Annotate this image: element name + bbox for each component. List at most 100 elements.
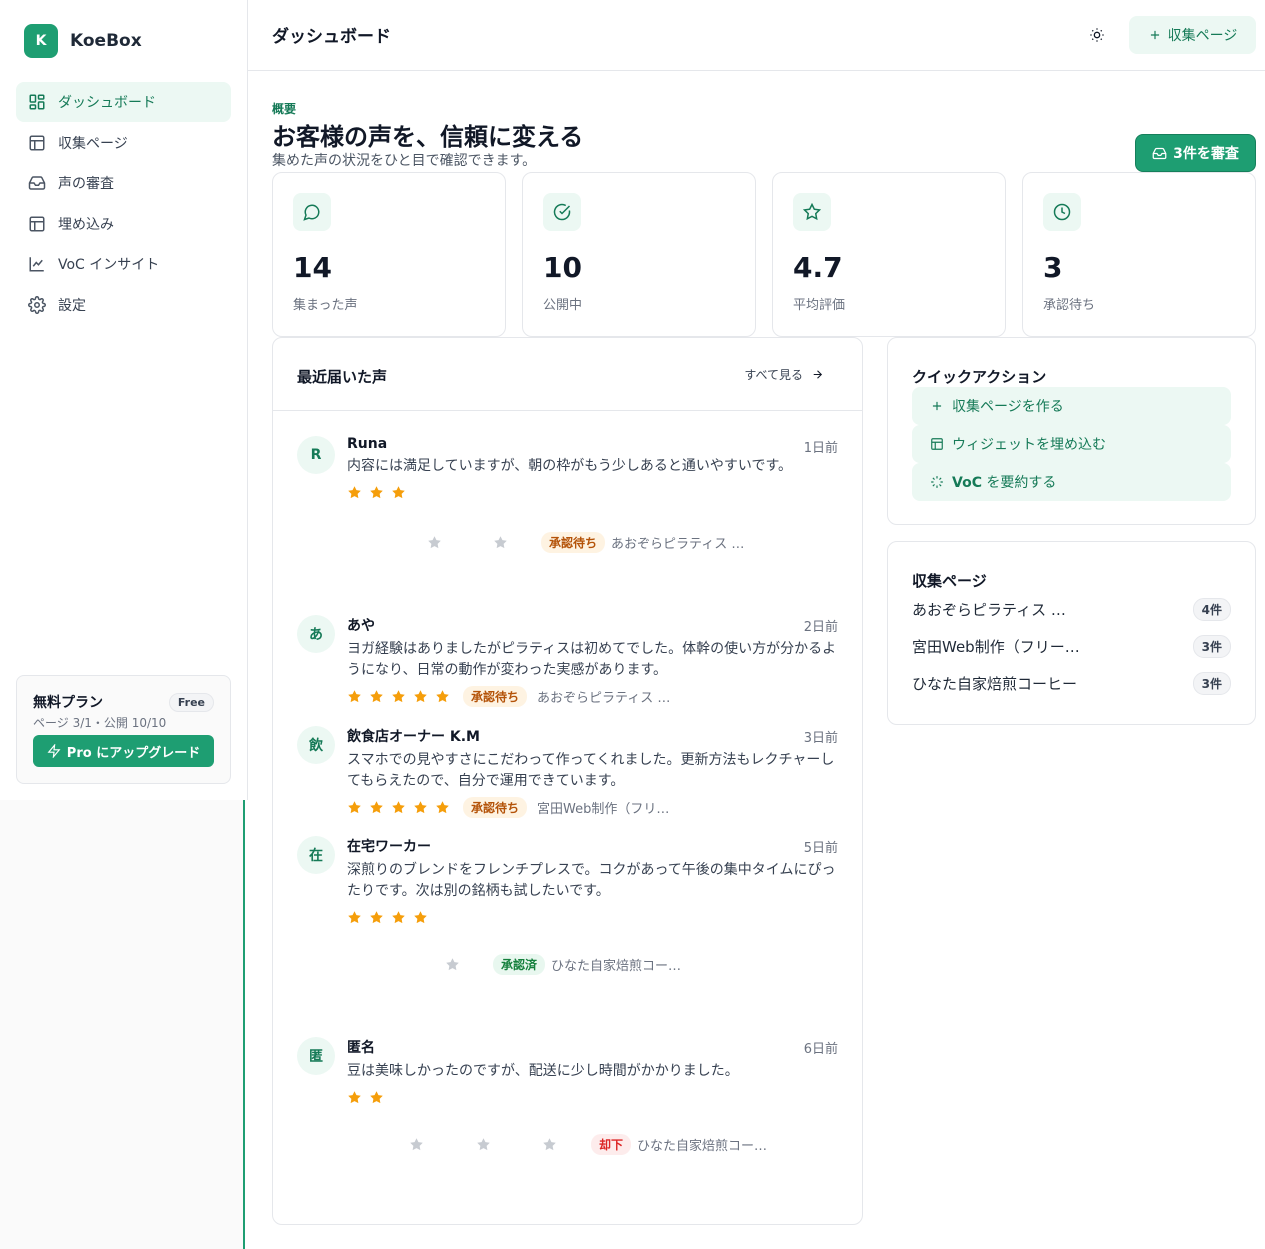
layout-icon bbox=[931, 438, 943, 450]
stat-label: 公開中 bbox=[543, 298, 583, 313]
brand-logo: K bbox=[24, 24, 58, 58]
stat-label: 平均評価 bbox=[793, 298, 846, 313]
star-empty-icon bbox=[477, 1138, 490, 1151]
review-rating bbox=[347, 482, 838, 502]
sidebar-item-collection-pages[interactable]: 収集ページ bbox=[16, 123, 231, 163]
theme-toggle-button[interactable] bbox=[1086, 24, 1108, 46]
sidebar-item-settings[interactable]: 設定 bbox=[16, 285, 231, 325]
star-filled-icon bbox=[348, 485, 361, 498]
reviewer-name: 匿名 bbox=[347, 1040, 375, 1056]
status-badge: 承認済 bbox=[493, 954, 546, 975]
status-badge: 承認待ち bbox=[463, 685, 528, 707]
stat-value: 3 bbox=[1043, 251, 1063, 284]
topbar: ダッシュボード 収集ページ bbox=[248, 0, 1265, 71]
review-text: 深煎りのブレンドをフレンチプレスで。コクがあって午後の集中タイムにぴったりです。… bbox=[347, 862, 836, 899]
collection-page-row[interactable]: 宮田Web制作（フリー… 3件 bbox=[912, 634, 1231, 658]
lightning-icon bbox=[47, 744, 61, 758]
review-rating bbox=[347, 1087, 838, 1107]
sidebar-item-dashboard[interactable]: ダッシュボード bbox=[16, 82, 231, 122]
sidebar-item-label: 設定 bbox=[58, 297, 86, 314]
inbox-icon bbox=[1152, 147, 1167, 159]
see-all-label: すべて見る bbox=[744, 368, 803, 382]
upgrade-button[interactable]: Pro にアップグレード bbox=[33, 735, 214, 767]
review-date: 1日前 bbox=[803, 441, 838, 456]
layout-icon bbox=[29, 135, 45, 151]
review-text: ヨガ経験はありましたがピラティスは初めてでした。体幹の使い方が分かるようになり、… bbox=[347, 641, 837, 678]
stat-label: 承認待ち bbox=[1043, 298, 1096, 313]
stat-icon-wrap bbox=[793, 193, 831, 231]
star-filled-icon bbox=[392, 485, 405, 498]
star-filled-icon bbox=[392, 800, 405, 813]
gear-icon bbox=[28, 296, 46, 314]
plan-badge: Free bbox=[168, 693, 214, 712]
upgrade-label: Pro にアップグレード bbox=[66, 745, 201, 761]
avatar: 飲 bbox=[297, 726, 335, 764]
avatar: 匿 bbox=[297, 1037, 335, 1075]
star-empty-icon bbox=[446, 958, 459, 971]
collection-pages-title: 収集ページ bbox=[912, 572, 987, 590]
star-filled-icon bbox=[414, 800, 427, 813]
review-page-name: あおぞらピラティス … bbox=[537, 690, 671, 706]
review-pending-button[interactable]: 3件を審査 bbox=[1135, 134, 1256, 172]
sidebar-item-embed[interactable]: 埋め込み bbox=[16, 204, 231, 244]
star-empty-icon bbox=[543, 1138, 556, 1151]
avatar: あ bbox=[297, 615, 335, 653]
stat-icon-wrap bbox=[543, 193, 581, 231]
plan-usage: ページ 3/1・公開 10/10 bbox=[33, 716, 167, 730]
sidebar-item-label: 埋め込み bbox=[58, 216, 114, 233]
stat-card-total: 14 集まった声 bbox=[272, 172, 506, 337]
collection-page-name: あおぞらピラティス … bbox=[912, 600, 1066, 619]
stat-card-pending: 3 承認待ち bbox=[1022, 172, 1256, 337]
sidebar-item-label: VoC インサイト bbox=[58, 257, 160, 274]
message-icon bbox=[303, 204, 320, 221]
chart-line-icon bbox=[29, 257, 44, 272]
star-empty-icon bbox=[428, 536, 441, 549]
collection-page-row[interactable]: あおぞらピラティス … 4件 bbox=[912, 597, 1231, 621]
see-all-link[interactable]: すべて見る bbox=[744, 366, 824, 383]
stat-label: 集まった声 bbox=[293, 298, 358, 313]
collection-pages-card: 収集ページ あおぞらピラティス … 4件 宮田Web制作（フリー… 3件 ひなた… bbox=[887, 541, 1256, 725]
summarize-voc-button[interactable]: VoC を要約する bbox=[912, 463, 1231, 501]
sidebar-item-voc-insight[interactable]: VoC インサイト bbox=[16, 244, 231, 284]
quick-actions-card: クイックアクション 収集ページを作る ウィジェットを埋め込む VoC を要約する bbox=[887, 337, 1256, 525]
action-label: ウィジェットを埋め込む bbox=[952, 437, 1106, 453]
review-page-name: あおぞらピラティス … bbox=[611, 537, 745, 552]
review-date: 2日前 bbox=[803, 620, 838, 635]
dashboard-icon bbox=[29, 94, 45, 110]
avatar: R bbox=[297, 436, 335, 474]
page-title: ダッシュボード bbox=[272, 27, 391, 47]
collection-page-count: 3件 bbox=[1192, 634, 1231, 658]
status-badge: 承認待ち bbox=[541, 532, 606, 553]
action-label-rest: を要約する bbox=[981, 475, 1057, 491]
sidebar-item-label: 収集ページ bbox=[58, 135, 128, 152]
review-page-name: 宮田Web制作（フリ… bbox=[537, 801, 670, 817]
sidebar-item-review[interactable]: 声の審査 bbox=[16, 163, 231, 203]
plus-icon bbox=[932, 401, 942, 411]
stat-value: 10 bbox=[543, 251, 582, 284]
review-date: 5日前 bbox=[803, 841, 838, 856]
collection-page-name: ひなた自家焙煎コーヒー bbox=[912, 674, 1078, 693]
review-meta-row: 承認待ち あおぞらピラティス … bbox=[427, 532, 744, 553]
reviewer-name: あや bbox=[347, 618, 375, 634]
create-collection-page-button[interactable]: 収集ページを作る bbox=[912, 387, 1231, 425]
sparkle-icon bbox=[931, 476, 943, 488]
star-filled-icon bbox=[370, 485, 383, 498]
review-date: 6日前 bbox=[803, 1042, 838, 1057]
brand[interactable]: K KoeBox bbox=[24, 24, 142, 58]
collection-page-row[interactable]: ひなた自家焙煎コーヒー 3件 bbox=[912, 671, 1231, 695]
review-page-name: ひなた自家焙煎コー… bbox=[551, 959, 682, 974]
stat-value: 14 bbox=[293, 251, 332, 284]
embed-widget-button[interactable]: ウィジェットを埋め込む bbox=[912, 425, 1231, 463]
status-badge: 承認待ち bbox=[463, 796, 528, 818]
sun-icon bbox=[1090, 28, 1104, 42]
action-label: VoC を要約する bbox=[952, 472, 1056, 492]
new-collection-page-button[interactable]: 収集ページ bbox=[1129, 16, 1256, 54]
review-button-label: 3件を審査 bbox=[1173, 146, 1239, 162]
star-filled-icon bbox=[392, 689, 405, 702]
action-label: 収集ページを作る bbox=[952, 399, 1064, 415]
reviewer-name: 飲食店オーナー K.M bbox=[347, 729, 480, 745]
stat-card-average: 4.7 平均評価 bbox=[772, 172, 1006, 337]
recent-reviews-header: 最近届いた声 すべて見る bbox=[273, 338, 862, 411]
star-filled-icon bbox=[370, 800, 383, 813]
star-empty-icon bbox=[494, 536, 507, 549]
